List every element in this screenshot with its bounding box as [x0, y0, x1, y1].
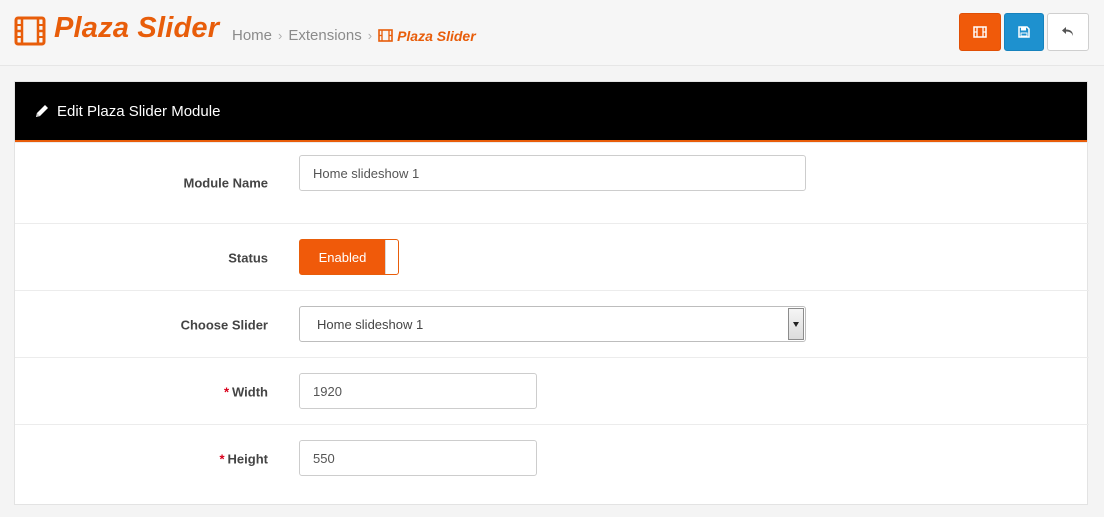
edit-module-panel: Edit Plaza Slider Module Module Name Hom… — [14, 81, 1089, 506]
breadcrumb-separator: › — [367, 28, 373, 43]
breadcrumb-current[interactable]: Plaza Slider — [378, 28, 476, 44]
form-row-width: * Width 1920 — [15, 357, 1089, 424]
floppy-disk-icon — [1018, 26, 1030, 38]
choose-slider-label: Choose Slider — [180, 317, 268, 333]
reply-arrow-icon — [1062, 27, 1073, 36]
chevron-down-icon — [788, 308, 804, 340]
slider-button[interactable] — [959, 13, 1001, 51]
breadcrumb-current-label: Plaza Slider — [397, 27, 476, 44]
toggle-knob — [386, 240, 398, 274]
status-toggle-label: Enabled — [300, 240, 386, 274]
breadcrumb-separator: › — [278, 28, 283, 43]
page-title: Plaza Slider — [54, 12, 220, 44]
breadcrumb-extensions[interactable]: Extensions — [288, 27, 361, 44]
choose-slider-value: Home slideshow 1 — [317, 316, 424, 332]
form-row-height: * Height 550 — [15, 424, 1089, 506]
width-input[interactable]: 1920 — [299, 373, 537, 409]
film-icon — [378, 29, 393, 42]
film-icon — [973, 26, 987, 38]
form-row-status: Status Enabled — [15, 223, 1089, 290]
page-header: Plaza Slider Home › Extensions › Plaza S… — [0, 0, 1104, 66]
pencil-icon — [36, 105, 48, 117]
choose-slider-select[interactable]: Home slideshow 1 — [299, 306, 806, 342]
panel-title: Edit Plaza Slider Module — [57, 102, 221, 120]
width-label: * Width — [224, 385, 268, 400]
form-row-choose-slider: Choose Slider Home slideshow 1 — [15, 290, 1089, 357]
film-icon — [14, 16, 46, 46]
height-label: * Height — [219, 452, 268, 467]
required-mark: * — [219, 451, 225, 467]
module-name-label: Module Name — [183, 175, 268, 191]
required-mark: * — [223, 384, 230, 400]
breadcrumb-home[interactable]: Home — [232, 27, 272, 44]
back-button[interactable] — [1047, 13, 1089, 51]
module-name-input[interactable]: Home slideshow 1 — [299, 155, 806, 191]
status-toggle[interactable]: Enabled — [299, 239, 399, 275]
width-label-text: Width — [232, 384, 268, 400]
height-label-text: Height — [227, 451, 268, 467]
panel-heading: Edit Plaza Slider Module — [15, 82, 1087, 142]
form-row-module-name: Module Name Home slideshow 1 — [15, 142, 1089, 209]
status-label: Status — [228, 250, 268, 266]
breadcrumb: Home › Extensions › Plaza Slider — [232, 27, 476, 44]
save-button[interactable] — [1004, 13, 1044, 51]
height-input[interactable]: 550 — [299, 440, 537, 476]
